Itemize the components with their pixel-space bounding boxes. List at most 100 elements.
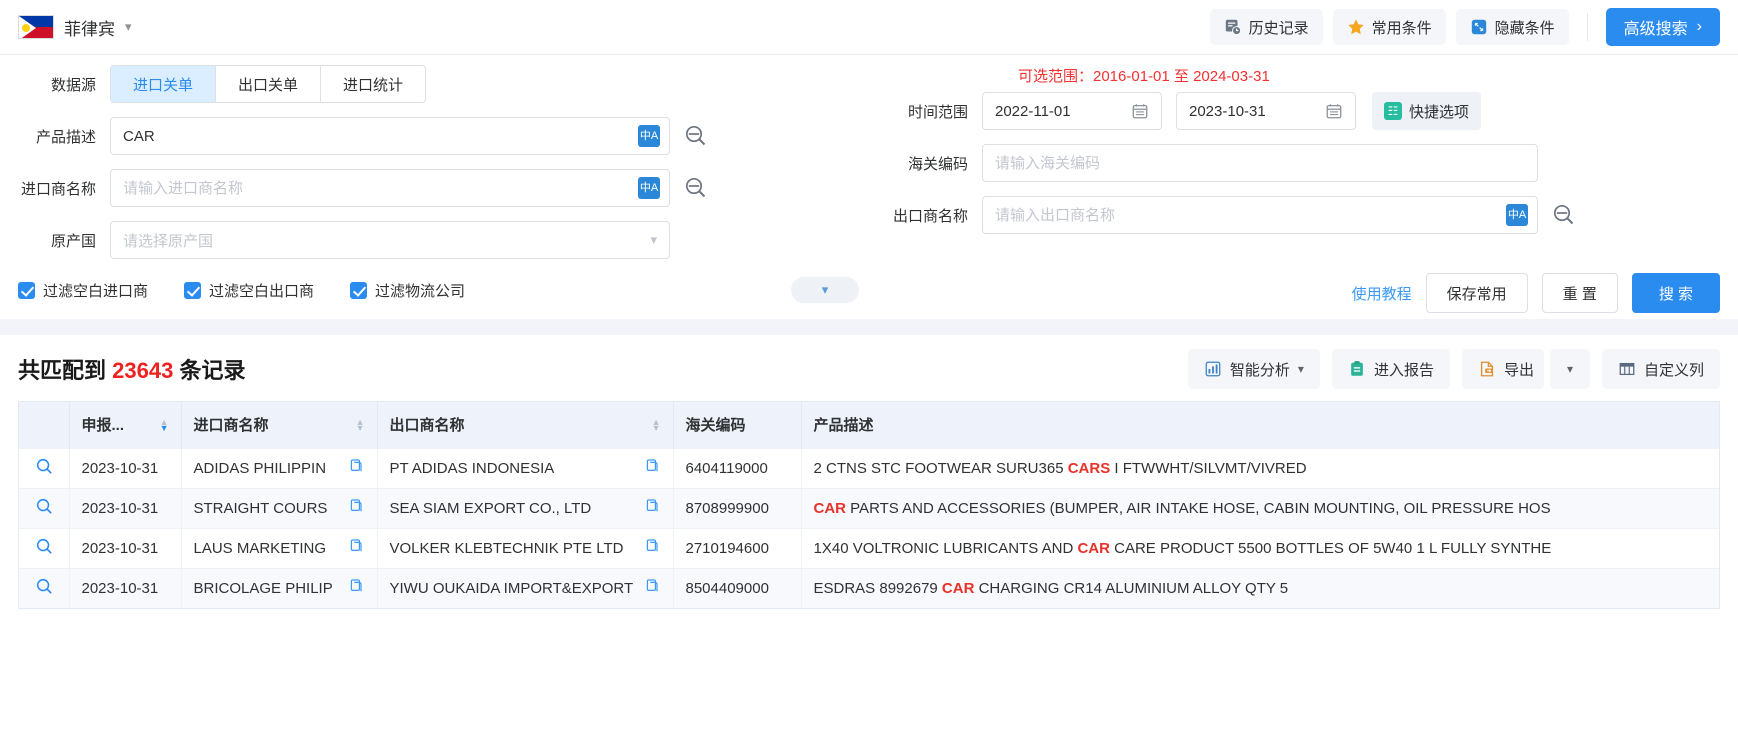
export-button[interactable]: 导出 [1462,349,1544,389]
desc-text: PARTS AND ACCESSORIES (BUMPER, AIR INTAK… [846,500,1551,517]
hide-conditions-button[interactable]: 隐藏条件 [1456,9,1569,45]
results-prefix: 共匹配到 [18,358,106,383]
cell-declare-date: 2023-10-31 [69,488,181,528]
row-detail-button[interactable] [19,448,69,488]
copy-icon[interactable] [645,458,661,474]
exporter-field: 中A [982,196,1538,234]
analysis-icon [1204,360,1222,378]
sort-icon[interactable]: ▲▼ [652,419,661,431]
checkbox-icon [18,282,35,299]
th-importer[interactable]: 进口商名称 ▲▼ [181,402,377,448]
tab-import-customs[interactable]: 进口关单 [111,66,216,102]
translate-icon[interactable]: 中A [638,177,660,199]
copy-icon[interactable] [349,498,365,514]
tab-export-customs[interactable]: 出口关单 [216,66,321,102]
product-search-minus-icon[interactable] [684,124,708,148]
sort-icon[interactable]: ▲▼ [356,419,365,431]
copy-icon[interactable] [645,578,661,594]
row-detail-button[interactable] [19,488,69,528]
row-detail-icon[interactable] [35,497,53,515]
cell-product-desc: 1X40 VOLTRONIC LUBRICANTS AND CAR CARE P… [801,528,1719,568]
date-end-input[interactable]: 2023-10-31 [1176,92,1356,130]
search-panel: 数据源 进口关单 出口关单 进口统计 产品描述 中A 进口商名称 中A [0,55,1738,259]
reset-button[interactable]: 重 置 [1542,273,1618,313]
chevron-down-icon: ▾ [650,232,657,248]
th-declare-date[interactable]: 申报... ▲▼ [69,402,181,448]
save-favorite-button[interactable]: 保存常用 [1426,273,1528,313]
th-exporter[interactable]: 出口商名称 ▲▼ [377,402,673,448]
copy-exporter-button[interactable] [645,538,661,558]
highlight-term: CAR [814,500,847,517]
copy-importer-button[interactable] [349,538,365,558]
cell-importer: ADIDAS PHILIPPIN [181,448,377,488]
importer-name: LAUS MARKETING [194,540,327,557]
translate-icon[interactable]: 中A [638,125,660,147]
copy-icon[interactable] [349,538,365,554]
importer-name: STRAIGHT COURS [194,500,328,517]
export-dropdown-button[interactable]: ▾ [1550,349,1590,389]
cell-hs-code: 6404119000 [673,448,801,488]
product-input[interactable] [110,117,670,155]
cell-exporter: PT ADIDAS INDONESIA [377,448,673,488]
copy-exporter-button[interactable] [645,578,661,598]
history-button[interactable]: 历史记录 [1210,9,1323,45]
smart-analysis-button[interactable]: 智能分析 ▾ [1188,349,1320,389]
copy-icon[interactable] [349,578,365,594]
table-row[interactable]: 2023-10-31LAUS MARKETINGVOLKER KLEBTECHN… [19,528,1719,568]
copy-importer-button[interactable] [349,578,365,598]
date-start-input[interactable]: 2022-11-01 [982,92,1162,130]
desc-text: CHARGING CR14 ALUMINIUM ALLOY QTY 5 [974,580,1288,597]
search-button[interactable]: 搜 索 [1632,273,1720,313]
table-row[interactable]: 2023-10-31ADIDAS PHILIPPINPT ADIDAS INDO… [19,448,1719,488]
row-detail-button[interactable] [19,528,69,568]
checkbox-filter-blank-importer[interactable]: 过滤空白进口商 [18,280,148,301]
checkbox-filter-blank-exporter[interactable]: 过滤空白出口商 [184,280,314,301]
copy-icon[interactable] [349,458,365,474]
tab-import-statistics[interactable]: 进口统计 [321,66,425,102]
country-name: 菲律宾 [64,15,115,40]
origin-select[interactable]: 请选择原产国 [110,221,670,259]
row-detail-icon[interactable] [35,457,53,475]
sort-icon[interactable]: ▲▼ [160,419,169,431]
cell-hs-code: 8708999900 [673,488,801,528]
favorites-button[interactable]: 常用条件 [1333,9,1446,45]
exporter-search-minus-icon[interactable] [1552,203,1576,227]
tutorial-link[interactable]: 使用教程 [1352,283,1412,304]
country-selector[interactable]: 菲律宾 ▾ [18,15,132,40]
results-toolbar: 智能分析 ▾ 进入报告 导出 ▾ [1188,349,1720,389]
row-detail-icon[interactable] [35,537,53,555]
importer-name: ADIDAS PHILIPPIN [194,460,327,477]
results-table: 申报... ▲▼ 进口商名称 ▲▼ 出口商名称 ▲▼ [19,402,1719,608]
hs-code-input[interactable] [982,144,1538,182]
results-count: 23643 [112,358,173,383]
smart-analysis-label: 智能分析 [1230,359,1290,380]
expand-more-filters-button[interactable]: ▾ [791,277,859,303]
checkbox-filter-logistics[interactable]: 过滤物流公司 [350,280,465,301]
copy-icon[interactable] [645,538,661,554]
desc-text: 2 CTNS STC FOOTWEAR SURU365 [814,460,1068,477]
toolbar-divider [1587,13,1588,41]
translate-icon[interactable]: 中A [1506,204,1528,226]
enter-report-button[interactable]: 进入报告 [1332,349,1450,389]
copy-importer-button[interactable] [349,498,365,518]
quick-option-label: 快捷选项 [1409,101,1469,122]
table-header-row: 申报... ▲▼ 进口商名称 ▲▼ 出口商名称 ▲▼ [19,402,1719,448]
quick-option-button[interactable]: ☷ 快捷选项 [1372,92,1481,130]
copy-importer-button[interactable] [349,458,365,478]
results-title: 共匹配到 23643 条记录 [18,353,245,385]
copy-icon[interactable] [645,498,661,514]
importer-search-minus-icon[interactable] [684,176,708,200]
top-bar: 菲律宾 ▾ 历史记录 常用条件 隐藏条件 [0,0,1738,55]
custom-columns-button[interactable]: 自定义列 [1602,349,1720,389]
cell-declare-date: 2023-10-31 [69,528,181,568]
row-detail-icon[interactable] [35,577,53,595]
copy-exporter-button[interactable] [645,498,661,518]
table-row[interactable]: 2023-10-31BRICOLAGE PHILIPYIWU OUKAIDA I… [19,568,1719,608]
table-row[interactable]: 2023-10-31STRAIGHT COURSSEA SIAM EXPORT … [19,488,1719,528]
advanced-search-button[interactable]: 高级搜索 › [1606,8,1720,46]
copy-exporter-button[interactable] [645,458,661,478]
row-detail-button[interactable] [19,568,69,608]
date-range-note: 可选范围：2016-01-01 至 2024-03-31 [890,65,1576,86]
exporter-input[interactable] [982,196,1538,234]
importer-input[interactable] [110,169,670,207]
